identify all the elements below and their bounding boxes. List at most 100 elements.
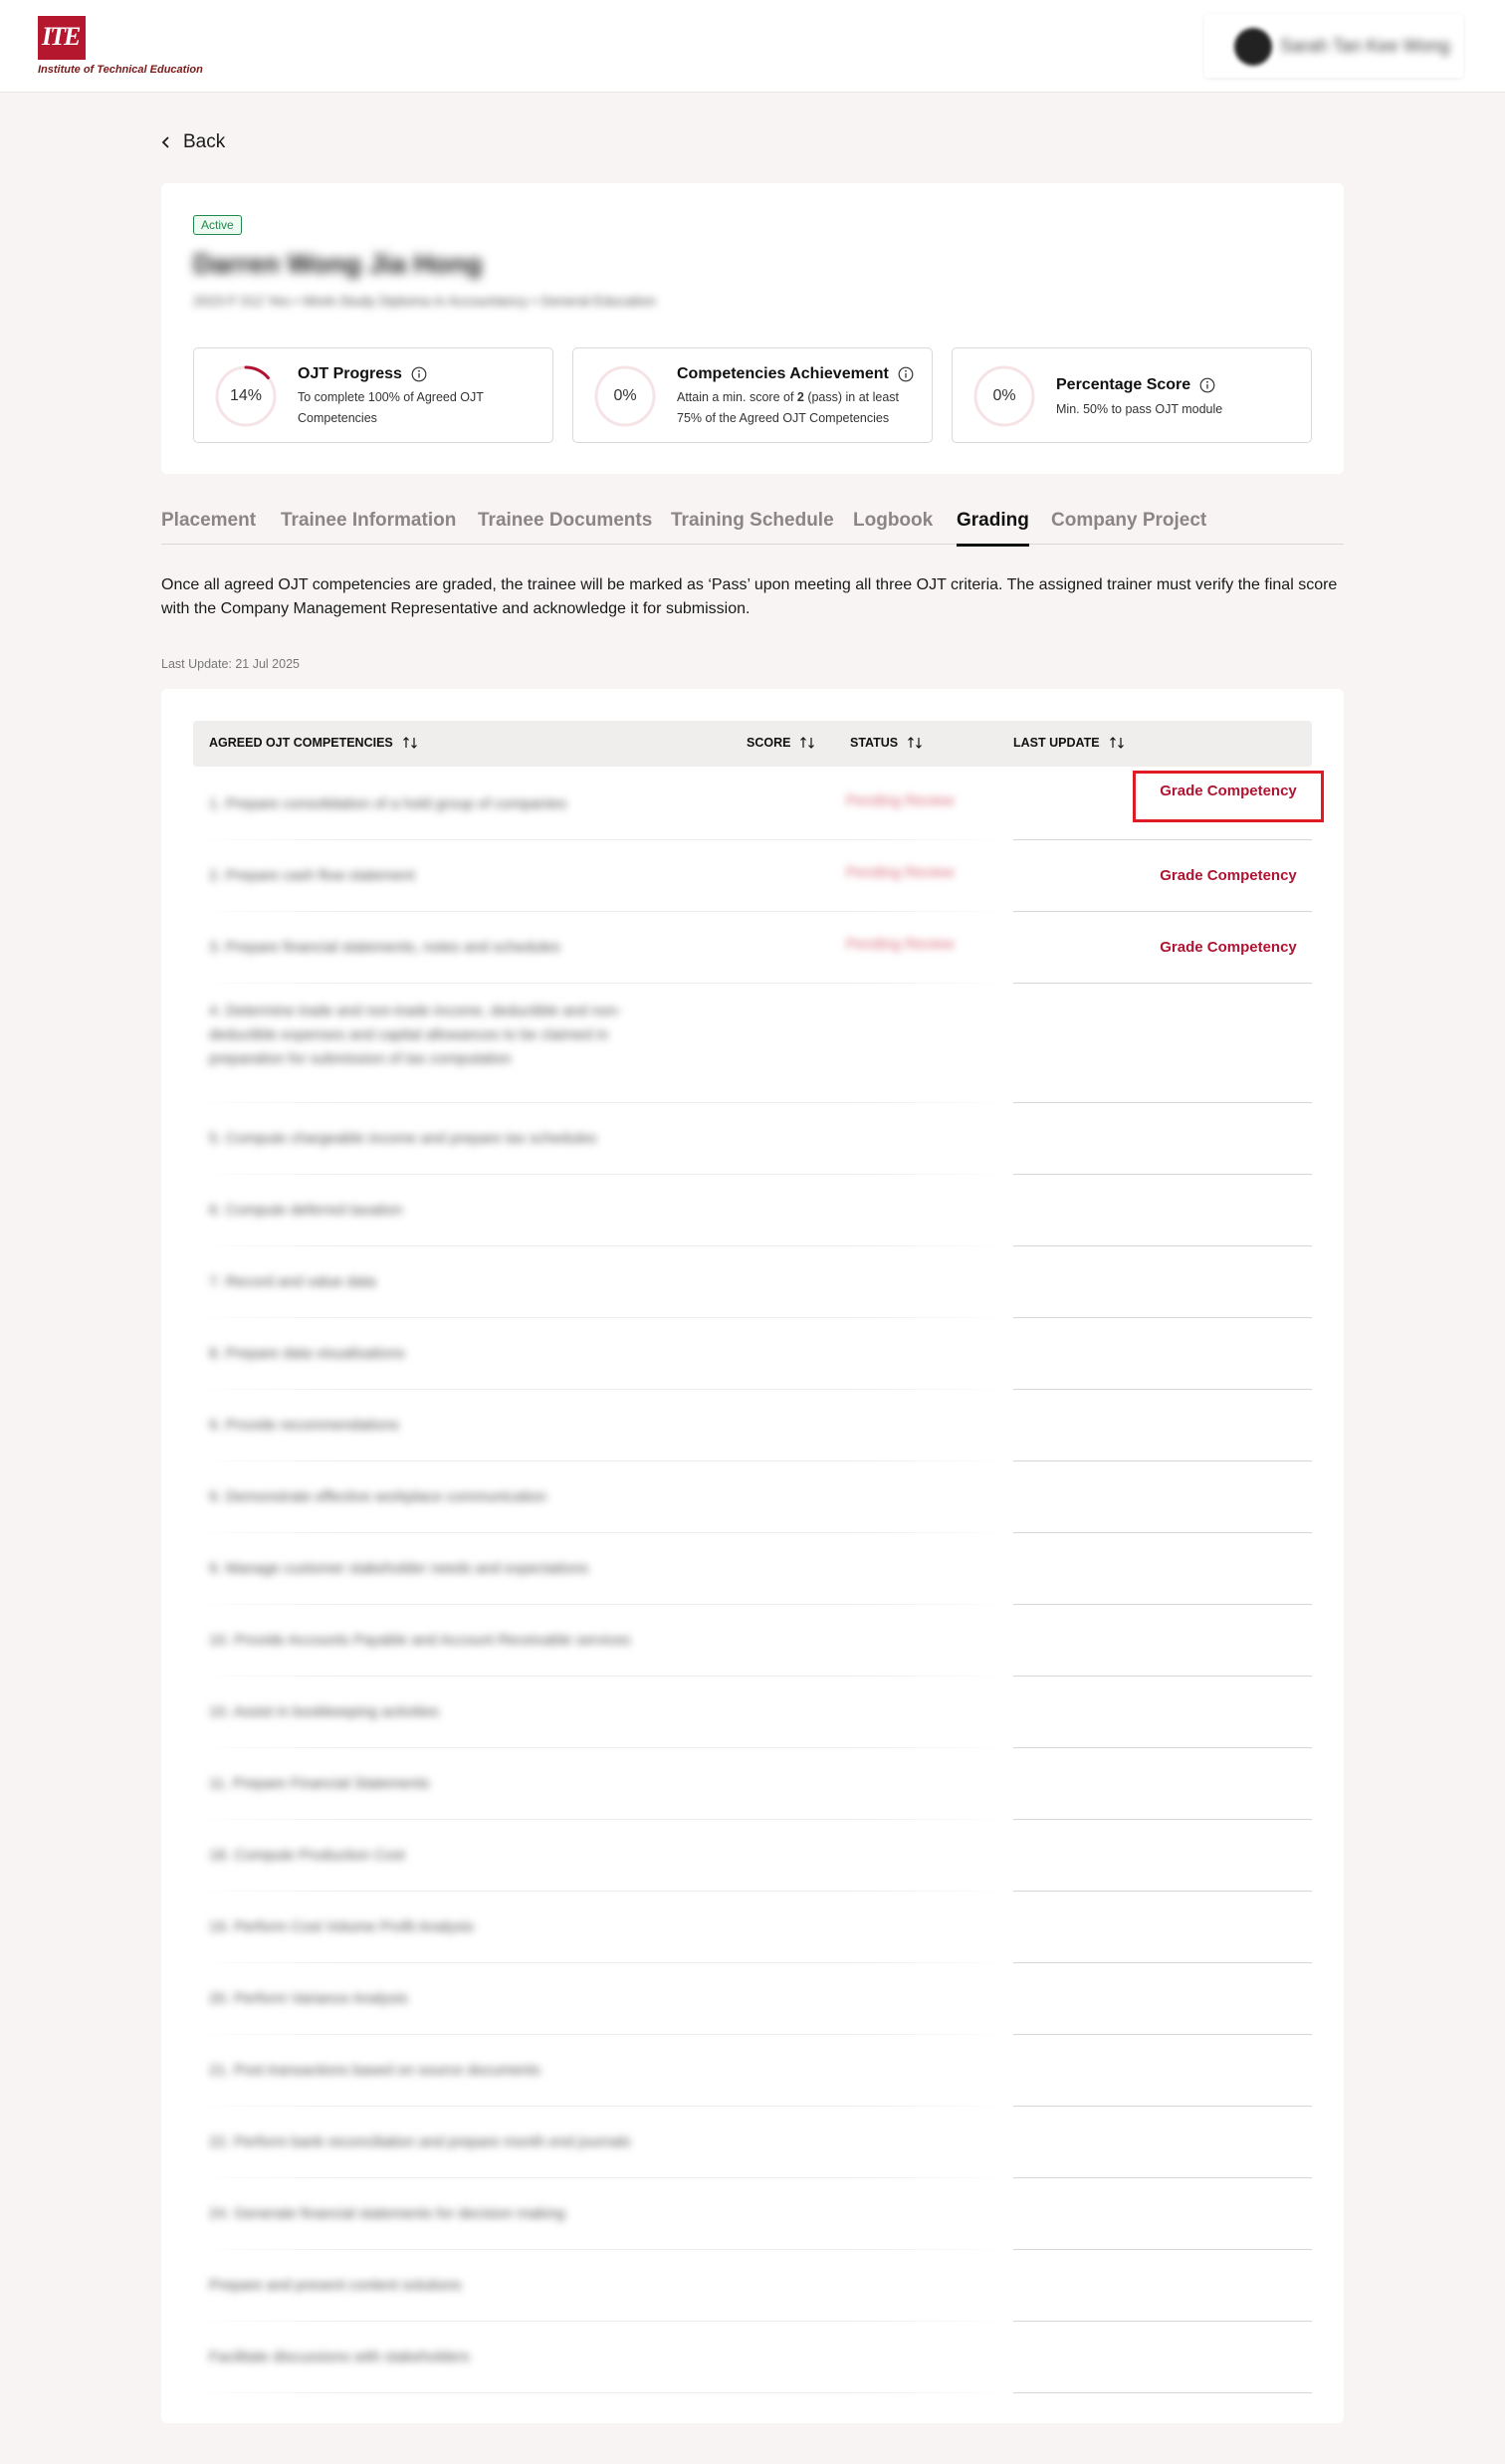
table-row: 3. Prepare financial statements, notes a… [193,912,1312,984]
table-row: 21. Post transactions based on source do… [193,2035,1312,2107]
tab-grading[interactable]: Grading [957,510,1029,547]
row-divider [1013,2392,1312,2393]
status-value: Pending Review [846,864,955,881]
tab-trainee-information[interactable]: Trainee Information [281,510,456,532]
column-last-update[interactable]: LAST UPDATE [1013,736,1125,750]
logo-text: Institute of Technical Education [38,64,203,76]
table-row: Facilitate discussions with stakeholders [193,2322,1312,2393]
competency-name: Facilitate discussions with stakeholders [209,2349,470,2365]
back-button[interactable]: Back [161,131,225,153]
sort-icon [402,737,417,749]
column-competency[interactable]: AGREED OJT COMPETENCIES [209,736,418,750]
ojt-progress-value: 14% [229,387,263,404]
table-row: 2. Prepare cash flow statement Pending Re… [193,840,1312,912]
user-name: Sarah Tan Kee Wong [1280,36,1450,56]
row-divider [193,2392,1013,2393]
sort-icon [800,737,815,749]
competencies-achievement-title: Competencies Achievement [677,365,914,383]
table-header: AGREED OJT COMPETENCIES SCORE STATUS LAS… [193,721,1312,767]
competencies-achievement-title-text: Competencies Achievement [677,365,889,382]
competency-name: 1. Prepare consolidation of a hold group… [209,795,567,812]
top-bar: ITE Institute of Technical Education Sar… [0,0,1505,93]
tab-placement[interactable]: Placement [161,510,256,532]
competencies-achievement-value: 0% [613,387,637,404]
percentage-score-title-text: Percentage Score [1056,376,1191,393]
info-icon[interactable] [898,366,914,382]
back-label: Back [183,131,226,152]
competency-name: 9. Manage customer stakeholder needs and… [209,1560,589,1577]
chevron-left-icon [161,136,169,148]
user-menu[interactable]: Sarah Tan Kee Wong [1204,14,1463,78]
competency-name: 9. Demonstrate effective workplace commu… [209,1488,547,1505]
column-status[interactable]: STATUS [850,736,923,750]
trainee-profile-card: Active Darren Wong Jia Hong 2023 F 012 Y… [161,183,1344,474]
table-row: 6. Compute deferred taxation [193,1175,1312,1246]
percentage-score-value: 0% [992,387,1016,404]
competency-name: 4. Determine trade and non-trade income,… [209,1003,622,1067]
table-row: 7. Record and value data [193,1246,1312,1318]
table-row: Prepare and present content solutions [193,2250,1312,2322]
table-row: 19. Perform Cost Volume Profit Analysis [193,1892,1312,1963]
competency-name: 22. Perform bank reconciliation and prep… [209,2133,631,2150]
ojt-progress-desc: To complete 100% of Agreed OJT Competenc… [298,390,484,425]
table-row: 8. Prepare data visualisations [193,1318,1312,1390]
competency-name: 11. Prepare Financial Statements [209,1775,430,1792]
competency-name: 24. Generate financial statements for de… [209,2205,565,2222]
table-row: 20. Perform Variance Analysis [193,1963,1312,2035]
table-row: 9. Provide recommendations [193,1390,1312,1461]
table-row: 10. Provide Accounts Payable and Account… [193,1605,1312,1677]
ojt-progress-card: 14% OJT Progress To complete 100% of Agr… [193,347,553,443]
competency-name: 9. Provide recommendations [209,1417,399,1434]
grade-competency-button[interactable]: Grade Competency [1145,855,1312,897]
grading-intro: Once all agreed OJT competencies are gra… [161,576,1338,617]
competency-name: 10. Provide Accounts Payable and Account… [209,1632,631,1649]
tab-trainee-documents[interactable]: Trainee Documents [478,510,652,532]
competency-name: 7. Record and value data [209,1273,376,1290]
percentage-score-title: Percentage Score [1056,376,1215,394]
competency-name: 5. Compute chargeable income and prepare… [209,1130,597,1147]
competencies-table: AGREED OJT COMPETENCIES SCORE STATUS LAS… [161,689,1344,2423]
competency-name: 20. Perform Variance Analysis [209,1990,408,2007]
column-last-update-label: LAST UPDATE [1013,736,1100,750]
competency-name: 18. Compute Production Cost [209,1847,405,1864]
table-row: 18. Compute Production Cost [193,1820,1312,1892]
ojt-progress-title-text: OJT Progress [298,365,402,382]
table-row: 1. Prepare consolidation of a hold group… [193,769,1324,840]
avatar [1234,28,1272,66]
sort-icon [1109,737,1124,749]
column-score[interactable]: SCORE [747,736,815,750]
column-status-label: STATUS [850,736,899,750]
table-row: 9. Manage customer stakeholder needs and… [193,1533,1312,1605]
competency-name: 21. Post transactions based on source do… [209,2062,540,2079]
table-row: 5. Compute chargeable income and prepare… [193,1103,1312,1175]
competency-name: 6. Compute deferred taxation [209,1202,403,1219]
trainee-name: Darren Wong Jia Hong [193,249,483,279]
grade-competency-button[interactable]: Grade Competency [1145,927,1312,969]
tab-logbook[interactable]: Logbook [853,510,933,532]
table-row: 24. Generate financial statements for de… [193,2178,1312,2250]
ite-logo-mark: ITE [38,16,86,60]
table-row: 10. Assist in bookkeeping activities [193,1677,1312,1748]
table-row: 11. Prepare Financial Statements [193,1748,1312,1820]
tab-company-project[interactable]: Company Project [1051,510,1206,532]
competency-name: Prepare and present content solutions [209,2277,462,2294]
status-badge: Active [193,215,242,235]
min-score: 2 [796,390,804,404]
trainee-tabs: Placement Trainee Information Trainee Do… [161,506,1344,547]
desc-part: Attain a min. score of [677,390,797,404]
competency-name: 8. Prepare data visualisations [209,1345,405,1362]
table-row: 22. Perform bank reconciliation and prep… [193,2107,1312,2178]
table-row: 4. Determine trade and non-trade income,… [193,984,1312,1103]
ite-logo[interactable]: ITE Institute of Technical Education [38,16,237,82]
sort-icon [908,737,923,749]
competencies-achievement-card: 0% Competencies Achievement Attain a min… [572,347,933,443]
competency-name: 10. Assist in bookkeeping activities [209,1703,439,1720]
tab-training-schedule[interactable]: Training Schedule [671,510,834,532]
percentage-score-card: 0% Percentage Score Min. 50% to pass OJT… [952,347,1312,443]
grade-competency-button[interactable]: Grade Competency [1133,771,1324,822]
last-update: Last Update: 21 Jul 2025 [161,657,300,671]
info-icon[interactable] [411,366,427,382]
column-competency-label: AGREED OJT COMPETENCIES [209,736,393,750]
info-icon[interactable] [1199,377,1215,393]
column-score-label: SCORE [747,736,791,750]
